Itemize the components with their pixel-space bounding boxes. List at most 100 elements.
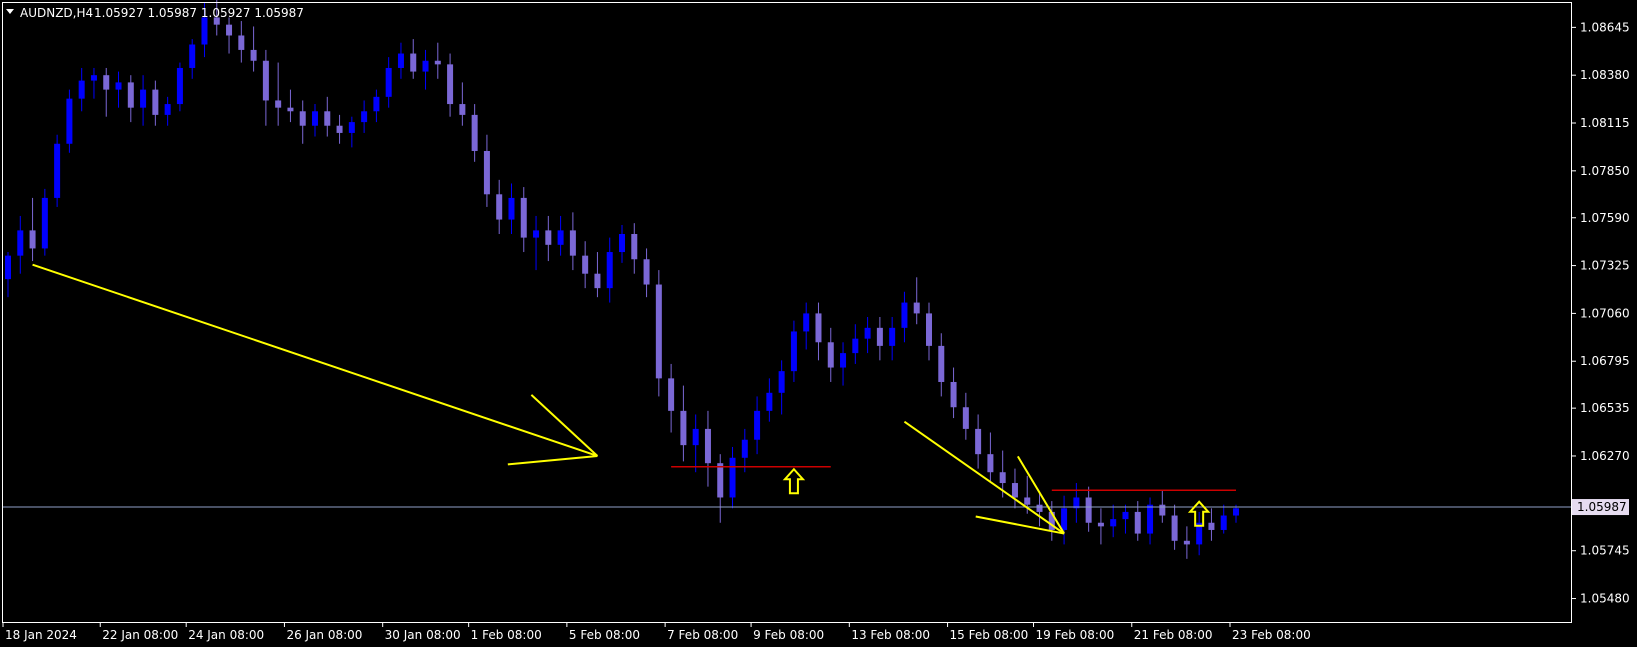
candle-body	[717, 463, 724, 498]
candle-body	[889, 327, 896, 346]
candle-body	[680, 410, 687, 446]
price-tick-label: 1.05745	[1580, 544, 1630, 558]
price-tick-label: 1.05480	[1580, 592, 1630, 606]
time-tick-label: 23 Feb 08:00	[1232, 628, 1311, 642]
candle-body	[226, 24, 233, 36]
candle-body	[852, 338, 859, 354]
chart-canvas[interactable]: 1.08645 1.08380 1.08115 1.07850 1.07590 1.073…	[0, 0, 1637, 647]
candle-body	[434, 60, 441, 65]
candle-body	[1061, 508, 1068, 530]
candle-body	[422, 60, 429, 72]
price-tick-label: 1.08380	[1580, 68, 1630, 82]
candle-body	[1085, 497, 1092, 523]
candle-body	[1147, 504, 1154, 534]
candle-body	[397, 53, 404, 68]
candle-body	[336, 125, 343, 133]
candle-body	[1110, 519, 1117, 527]
candle-body	[778, 371, 785, 393]
candle-body	[1036, 504, 1043, 512]
candle-body	[103, 75, 110, 90]
candle-body	[938, 345, 945, 382]
candle-body	[545, 230, 552, 245]
time-tick-label: 7 Feb 08:00	[667, 628, 738, 642]
candle-body	[631, 233, 638, 260]
candle-body	[926, 313, 932, 346]
candle-body	[692, 428, 699, 446]
candle-body	[5, 255, 11, 280]
candle-body	[766, 392, 773, 411]
time-tick-label: 24 Jan 08:00	[188, 628, 264, 642]
candle-body	[459, 104, 466, 115]
candle-body	[704, 428, 711, 464]
candle-body	[1159, 504, 1166, 516]
candle	[54, 134, 61, 207]
candle-body	[189, 44, 196, 68]
candle-body	[250, 49, 257, 61]
price-tick-label: 1.07325	[1580, 259, 1630, 273]
candle-body	[557, 230, 564, 245]
candle	[66, 89, 73, 153]
time-tick-label: 21 Feb 08:00	[1134, 628, 1213, 642]
candle	[41, 188, 48, 256]
candle-body	[348, 122, 355, 133]
candle-body	[164, 104, 171, 115]
candle-body	[1011, 483, 1018, 498]
candle-body	[115, 82, 122, 90]
candle-body	[913, 302, 920, 314]
candle-body	[741, 439, 748, 458]
candle-body	[127, 82, 134, 108]
candle-body	[140, 89, 147, 108]
candle-body	[496, 194, 503, 220]
candle-body	[533, 230, 540, 238]
time-tick-label: 30 Jan 08:00	[385, 628, 461, 642]
candle-body	[594, 273, 601, 289]
candle-body	[754, 410, 761, 440]
candle-body	[275, 100, 282, 108]
candle-body	[373, 96, 380, 112]
candle-body	[643, 259, 650, 285]
candle-body	[619, 233, 625, 253]
price-tick-label: 1.06270	[1580, 449, 1630, 463]
candle-body	[864, 327, 871, 339]
candle-body	[1171, 515, 1178, 541]
candle	[655, 270, 662, 397]
price-tick-label: 1.07060	[1580, 306, 1630, 320]
candle-body	[410, 53, 417, 72]
candle-body	[569, 230, 576, 256]
candle-body	[483, 150, 490, 195]
candle-body	[950, 381, 957, 408]
candle-body	[815, 313, 822, 343]
price-tick-label: 1.07590	[1580, 211, 1630, 225]
candle-body	[1097, 522, 1104, 527]
ohlc-values: 1.05927 1.05987 1.05927 1.05987	[94, 6, 304, 20]
candle-body	[78, 80, 85, 99]
price-tick-label: 1.06795	[1580, 354, 1630, 368]
candle-body	[729, 457, 736, 498]
candle-body	[17, 230, 24, 256]
candle-body	[876, 327, 883, 346]
candle-body	[447, 64, 454, 105]
candle-body	[827, 342, 834, 368]
time-tick-label: 1 Feb 08:00	[471, 628, 542, 642]
candle-body	[287, 107, 294, 112]
price-tick-label: 1.08645	[1580, 20, 1630, 34]
price-tick-label: 1.06535	[1580, 401, 1630, 415]
candle-body	[29, 230, 36, 249]
candle-body	[361, 111, 368, 123]
candle-body	[508, 197, 515, 220]
price-tick-label: 1.07850	[1580, 164, 1630, 178]
time-tick-label: 15 Feb 08:00	[950, 628, 1029, 642]
candle-body	[201, 17, 208, 45]
candle	[176, 62, 183, 112]
candle-body	[152, 89, 159, 115]
candle-body	[41, 197, 48, 249]
time-tick-label: 22 Jan 08:00	[102, 628, 178, 642]
candle-body	[999, 472, 1006, 484]
candle-body	[1134, 511, 1141, 534]
candle-body	[987, 454, 994, 473]
candle-body	[66, 98, 73, 144]
time-tick-label: 26 Jan 08:00	[286, 628, 362, 642]
candle-body	[790, 331, 797, 372]
price-tick-label: 1.08115	[1580, 116, 1630, 130]
candle-body	[1122, 511, 1129, 520]
